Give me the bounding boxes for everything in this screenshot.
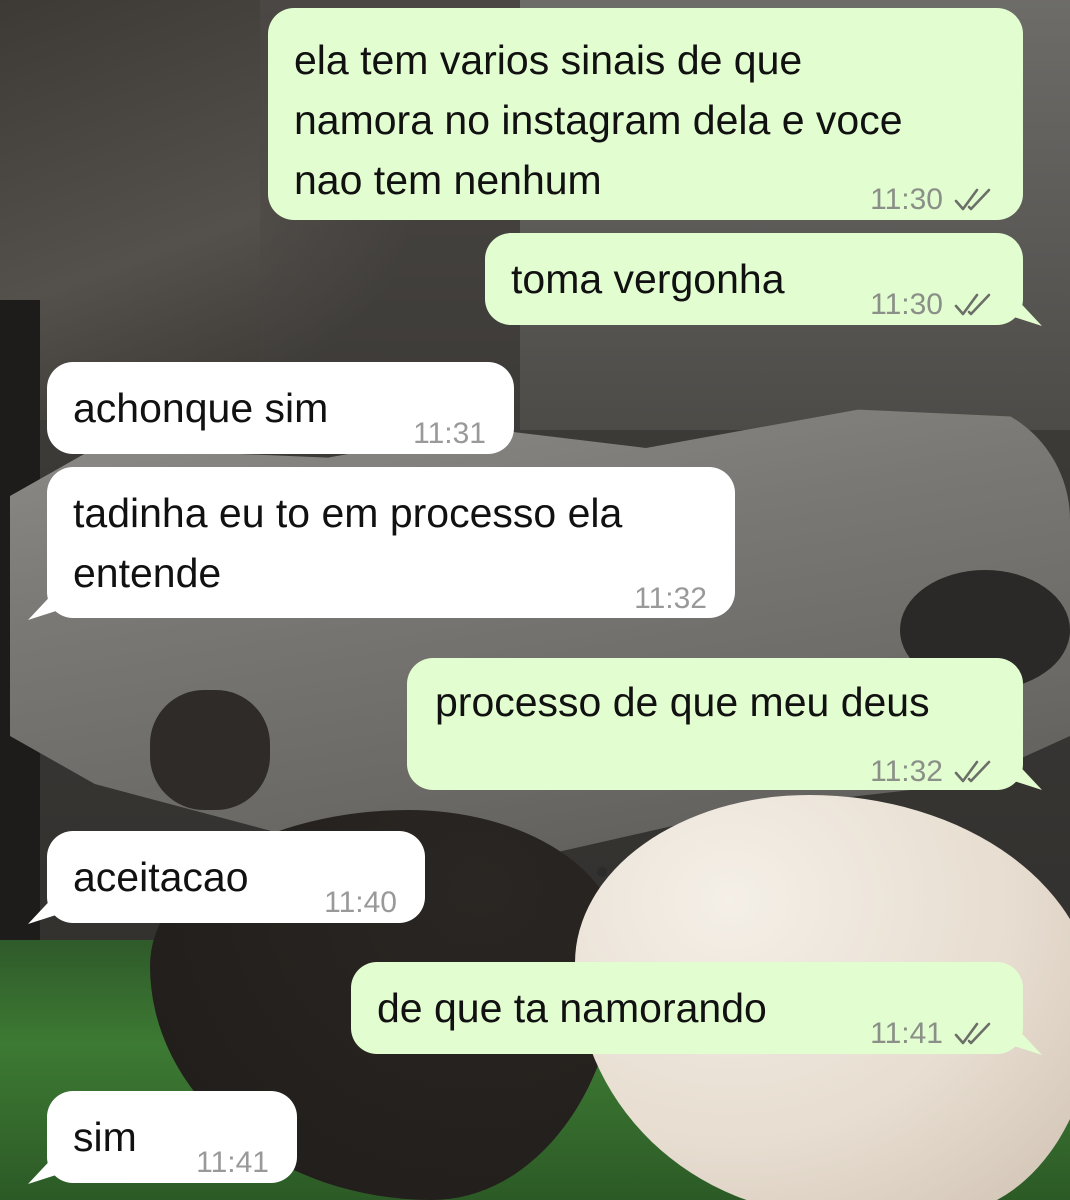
- message-line: toma vergonha: [511, 256, 785, 302]
- read-check-icon: [954, 760, 991, 783]
- message-meta: 11:32: [634, 569, 707, 629]
- message-bubble-outgoing[interactable]: toma vergonha 11:30: [485, 233, 1023, 325]
- message-time: 11:41: [870, 1017, 943, 1050]
- message-meta: 11:40: [324, 873, 397, 933]
- message-line: nao tem nenhum: [294, 157, 602, 203]
- message-bubble-outgoing[interactable]: de que ta namorando 11:41: [351, 962, 1023, 1054]
- message-text: tadinha eu to em processo ela entende: [73, 483, 622, 603]
- message-line: ela tem varios sinais de que: [294, 37, 803, 83]
- message-meta: 11:32: [870, 742, 995, 802]
- message-line: entende: [73, 550, 222, 596]
- bubble-tail: [1012, 1023, 1042, 1055]
- message-text: ela tem varios sinais de que namora no i…: [294, 30, 903, 210]
- message-bubble-incoming[interactable]: achonque sim 11:31: [47, 362, 514, 454]
- message-text: toma vergonha: [511, 249, 785, 309]
- message-bubble-incoming[interactable]: tadinha eu to em processo ela entende 11…: [47, 467, 735, 618]
- message-time: 11:41: [196, 1146, 269, 1179]
- bubble-tail: [28, 1152, 58, 1184]
- message-line: tadinha eu to em processo ela: [73, 490, 623, 536]
- message-time: 11:30: [870, 183, 943, 216]
- message-bubble-outgoing[interactable]: ela tem varios sinais de que namora no i…: [268, 8, 1023, 220]
- message-time: 11:32: [870, 755, 943, 788]
- message-meta: 11:30: [870, 275, 995, 335]
- message-text: sim: [73, 1107, 137, 1167]
- message-bubble-incoming[interactable]: sim 11:41: [47, 1091, 297, 1183]
- read-check-icon: [954, 188, 991, 211]
- message-meta: 11:41: [870, 1004, 995, 1064]
- message-line: sim: [73, 1114, 137, 1160]
- message-meta: 11:41: [196, 1133, 269, 1193]
- message-meta: 11:30: [870, 170, 995, 230]
- message-line: de que ta namorando: [377, 985, 767, 1031]
- message-time: 11:31: [413, 417, 486, 450]
- message-text: aceitacao: [73, 847, 249, 907]
- message-text: de que ta namorando: [377, 978, 767, 1038]
- message-line: achonque sim: [73, 385, 329, 431]
- message-line: processo de que meu deus: [435, 679, 930, 725]
- message-bubble-incoming[interactable]: aceitacao 11:40: [47, 831, 425, 923]
- message-bubble-outgoing[interactable]: processo de que meu deus 11:32: [407, 658, 1023, 790]
- read-check-icon: [954, 293, 991, 316]
- message-line: namora no instagram dela e voce: [294, 97, 903, 143]
- message-text: achonque sim: [73, 378, 328, 438]
- message-time: 11:32: [634, 582, 707, 615]
- message-line: aceitacao: [73, 854, 249, 900]
- message-list: ela tem varios sinais de que namora no i…: [0, 0, 1070, 1200]
- message-time: 11:40: [324, 886, 397, 919]
- read-check-icon: [954, 1022, 991, 1045]
- message-text: processo de que meu deus: [435, 672, 930, 732]
- message-meta: 11:31: [413, 404, 486, 464]
- message-time: 11:30: [870, 288, 943, 321]
